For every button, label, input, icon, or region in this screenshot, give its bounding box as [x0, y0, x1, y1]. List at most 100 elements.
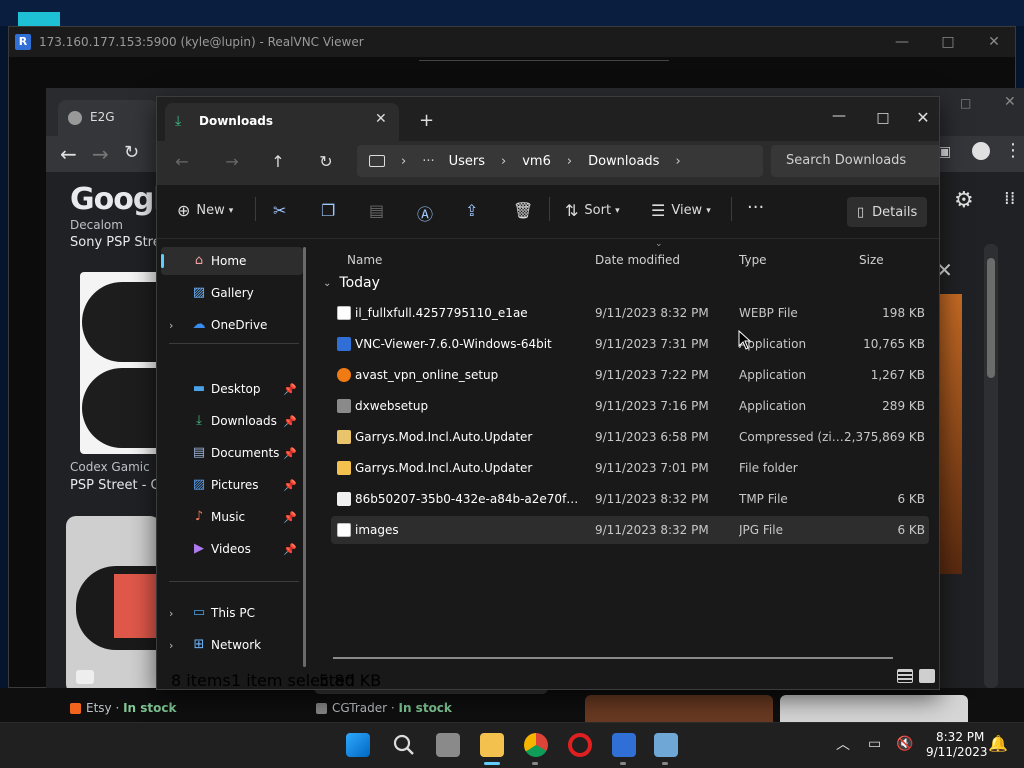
sidebar-item-network[interactable]: › ⊞ Network	[161, 631, 303, 659]
address-overflow-icon[interactable]: ···	[422, 154, 434, 169]
sort-button[interactable]: ⇅ Sort ▾	[565, 201, 620, 220]
close-button[interactable]: ✕	[905, 103, 939, 133]
new-tab-button[interactable]: +	[419, 110, 434, 131]
chevron-right-icon[interactable]: ›	[675, 154, 680, 169]
file-row[interactable]: dxwebsetup 9/11/2023 7:16 PM Application…	[331, 392, 929, 420]
psp-image[interactable]	[80, 272, 160, 454]
result-title[interactable]: PSP Street - C	[70, 478, 160, 493]
file-row[interactable]: Garrys.Mod.Incl.Auto.Updater 9/11/2023 7…	[331, 454, 929, 482]
column-header-size[interactable]: Size	[859, 253, 884, 267]
view-button[interactable]: ☰ View ▾	[651, 201, 711, 220]
sidebar-item-desktop[interactable]: ▬ Desktop 📌	[161, 375, 303, 403]
sidebar-item-documents[interactable]: ▤ Documents 📌	[161, 439, 303, 467]
sidebar-item-thispc[interactable]: › ▭ This PC	[161, 599, 303, 627]
chevron-right-icon[interactable]: ›	[567, 154, 572, 169]
result-image[interactable]	[780, 695, 968, 722]
start-windows-icon[interactable]	[346, 733, 370, 757]
chrome-close-button[interactable]: ✕	[1004, 94, 1016, 110]
column-header-type[interactable]: Type	[739, 253, 767, 267]
chrome-tab[interactable]: E2G	[58, 100, 158, 136]
share-button[interactable]: ⇪	[465, 201, 478, 220]
pin-icon[interactable]: 📌	[283, 383, 297, 396]
vnc-close-button[interactable]: ✕	[971, 27, 1017, 57]
paste-button[interactable]: ▤	[369, 201, 384, 220]
pin-icon[interactable]: 📌	[283, 415, 297, 428]
search-icon[interactable]	[392, 733, 416, 757]
sidebar-item-gallery[interactable]: ▨ Gallery	[161, 279, 303, 307]
details-pane-button[interactable]: ▯ Details	[847, 197, 927, 227]
breadcrumb-vm6[interactable]: vm6	[522, 154, 551, 169]
address-bar[interactable]: › ··· Users › vm6 › Downloads ›	[357, 145, 763, 177]
maximize-button[interactable]: □	[861, 103, 905, 133]
more-options-button[interactable]: ···	[747, 197, 764, 218]
sidebar-item-downloads[interactable]: ⤓ Downloads 📌	[161, 407, 303, 435]
breadcrumb-downloads[interactable]: Downloads	[588, 154, 659, 169]
file-row[interactable]: VNC-Viewer-7.6.0-Windows-64bit 9/11/2023…	[331, 330, 929, 358]
file-row[interactable]: avast_vpn_online_setup 9/11/2023 7:22 PM…	[331, 361, 929, 389]
file-row-selected[interactable]: images 9/11/2023 8:32 PM JPG File 6 KB	[331, 516, 929, 544]
vnc-titlebar[interactable]: R 173.160.177.153:5900 (kyle@lupin) - Re…	[9, 27, 1015, 57]
back-arrow-icon[interactable]: ←	[169, 149, 195, 175]
chevron-right-icon[interactable]: ›	[169, 639, 173, 652]
psp-image[interactable]	[66, 516, 160, 694]
copy-button[interactable]: ❐	[321, 201, 335, 220]
vnc-minimize-button[interactable]: —	[879, 27, 925, 57]
up-arrow-icon[interactable]: ↑	[265, 149, 291, 175]
opera-icon[interactable]	[568, 733, 592, 757]
rename-button[interactable]: Ⓐ	[417, 201, 433, 225]
pin-icon[interactable]: 📌	[283, 543, 297, 556]
tiles-view-icon[interactable]	[919, 669, 935, 683]
chrome-back-arrow-icon[interactable]: ←	[60, 142, 77, 166]
chevron-down-icon[interactable]: ⌄	[323, 278, 331, 289]
search-input[interactable]: Search Downloads	[771, 145, 939, 177]
pin-icon[interactable]: 📌	[283, 511, 297, 524]
pin-icon[interactable]: 📌	[283, 447, 297, 460]
column-header-name[interactable]: Name	[347, 253, 382, 267]
chrome-icon[interactable]	[524, 733, 548, 757]
details-view-icon[interactable]	[897, 669, 913, 683]
sidebar-item-pictures[interactable]: ▨ Pictures 📌	[161, 471, 303, 499]
group-header-today[interactable]: ⌄ Today	[323, 275, 380, 291]
horizontal-scrollbar[interactable]	[333, 657, 893, 659]
minimize-button[interactable]: —	[817, 103, 861, 133]
breadcrumb-users[interactable]: Users	[449, 154, 485, 169]
chevron-right-icon[interactable]: ›	[501, 154, 506, 169]
page-scrollbar-thumb[interactable]	[987, 258, 995, 378]
vnc-viewer-icon[interactable]	[612, 733, 636, 757]
new-button[interactable]: ⊕ New ▾	[177, 201, 233, 220]
chevron-right-icon[interactable]: ›	[169, 607, 173, 620]
sidebar-item-home[interactable]: ⌂ Home	[161, 247, 303, 275]
sidebar-scrollbar[interactable]	[303, 247, 306, 667]
chrome-reload-icon[interactable]: ↻	[124, 142, 139, 163]
chevron-right-icon[interactable]: ›	[169, 319, 173, 332]
chevron-up-icon[interactable]: ︿	[836, 734, 850, 754]
volume-muted-icon[interactable]: 🔇	[896, 736, 913, 752]
chevron-right-icon[interactable]: ›	[401, 154, 406, 169]
notification-bell-icon[interactable]: 🔔	[988, 734, 1008, 753]
column-header-date[interactable]: Date modified	[595, 253, 680, 267]
network-status-icon[interactable]: ▭	[868, 736, 881, 752]
chrome-menu-icon[interactable]: ⋮	[1004, 140, 1022, 161]
delete-button[interactable]: 🗑	[513, 201, 533, 220]
resource-monitor-icon[interactable]	[654, 733, 678, 757]
file-explorer-icon[interactable]	[480, 733, 504, 757]
settings-gear-icon[interactable]: ⚙	[954, 188, 974, 213]
task-view-icon[interactable]	[436, 733, 460, 757]
result-title[interactable]: Sony PSP Stre	[70, 235, 161, 250]
forward-arrow-icon[interactable]: →	[219, 149, 245, 175]
result-image[interactable]	[585, 695, 773, 722]
chrome-forward-arrow-icon[interactable]: →	[92, 142, 109, 166]
tab-close-icon[interactable]: ✕	[375, 111, 387, 127]
sidebar-item-onedrive[interactable]: › ☁ OneDrive	[161, 311, 303, 339]
vnc-maximize-button[interactable]: □	[925, 27, 971, 57]
result-source[interactable]: CGTrader · In stock	[332, 701, 452, 715]
clock-time[interactable]: 8:32 PM	[936, 730, 984, 744]
cut-button[interactable]: ✂	[273, 201, 286, 220]
refresh-icon[interactable]: ↻	[313, 149, 339, 175]
file-row[interactable]: 86b50207-35b0-432e-a84b-a2e70f052819....…	[331, 485, 929, 513]
result-source[interactable]: Etsy · In stock	[86, 701, 177, 715]
file-row[interactable]: il_fullxfull.4257795110_e1ae 9/11/2023 8…	[331, 299, 929, 327]
profile-avatar-icon[interactable]	[972, 142, 990, 160]
pin-icon[interactable]: 📌	[283, 479, 297, 492]
sidebar-item-music[interactable]: ♪ Music 📌	[161, 503, 303, 531]
